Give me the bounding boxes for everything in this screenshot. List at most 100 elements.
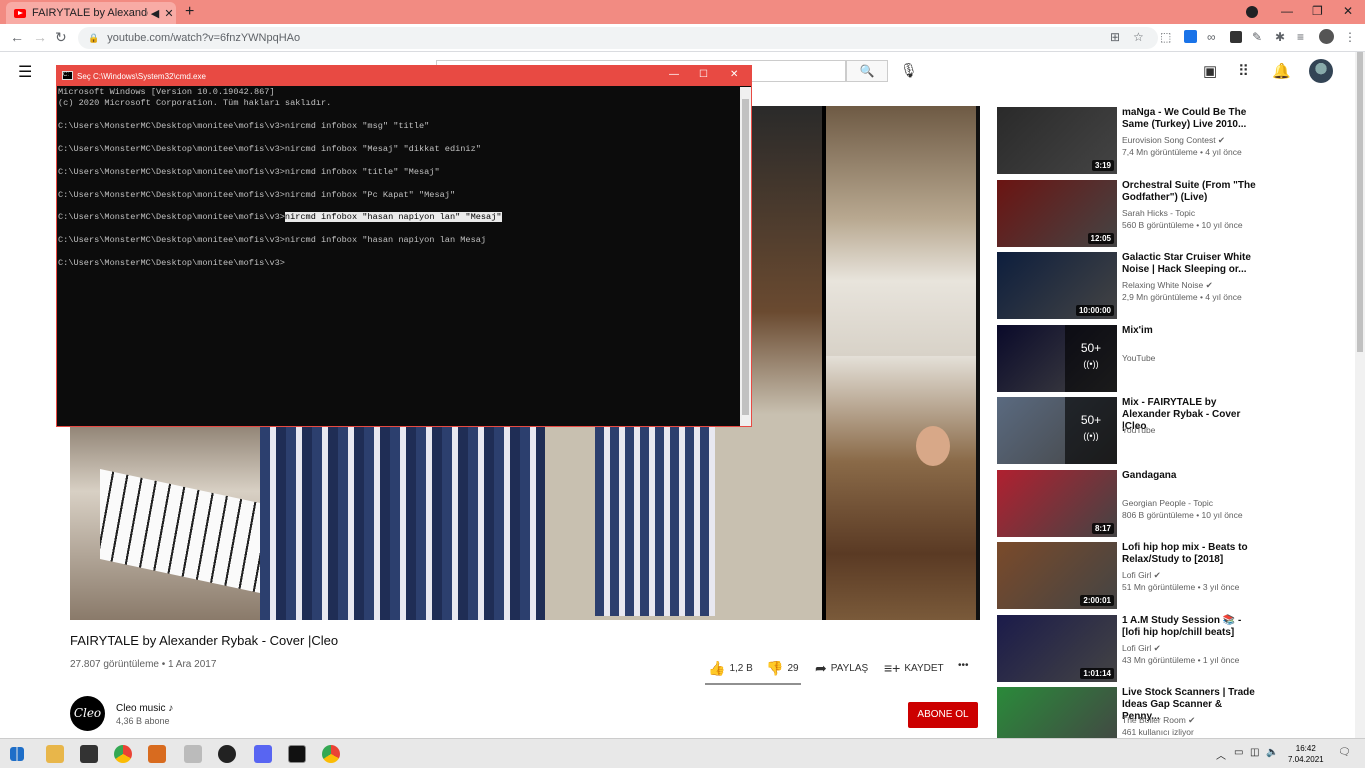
recommendation-thumbnail[interactable]: 50+ ((•)) [997,397,1117,464]
cmd-line: (c) 2020 Microsoft Corporation. Tüm hakl… [58,98,332,109]
media-player-icon[interactable] [218,745,236,763]
forward-arrow-icon[interactable]: → [33,29,47,45]
audio-playing-icon[interactable]: ◀ [148,7,162,20]
cmd-window[interactable]: C: Seç C:\Windows\System32\cmd.exe — ☐ ✕… [56,65,752,427]
clock[interactable]: 16:42 7.04.2021 [1288,743,1324,765]
microphone-icon[interactable]: 🎙 [900,62,918,79]
recommendation-thumbnail[interactable]: 1:01:14 [997,615,1117,682]
reading-list-icon[interactable]: ≡ [1297,30,1304,44]
like-count: 1,2 B [729,663,753,674]
cmd-title-text: Seç C:\Windows\System32\cmd.exe [77,71,206,81]
recommendation-item[interactable]: 10:00:00 Galactic Star Cruiser White Nois… [997,252,1277,320]
subscribe-button[interactable]: ABONE OL [908,702,978,728]
recommendation-title[interactable]: maNga - We Could Be The Same (Turkey) Li… [1122,107,1262,131]
profile-menu-icon[interactable] [1246,6,1258,18]
extension-dark-icon[interactable] [1230,31,1242,43]
cmd-close-button[interactable]: ✕ [730,69,738,80]
video-stats: 27.807 görüntüleme • 1 Ara 2017 [70,659,217,670]
video-duration: 10:00:00 [1075,305,1114,316]
video-pane-room [826,106,976,356]
cmd-title-bar[interactable]: C: Seç C:\Windows\System32\cmd.exe — ☐ ✕ [57,66,751,86]
notifications-icon[interactable]: 🗨 [1338,747,1351,758]
tray-chevron-icon[interactable]: ︿ [1216,747,1226,762]
cmd-scrollbar[interactable] [740,87,751,426]
account-avatar[interactable] [1309,59,1333,83]
cmd-maximize-button[interactable]: ☐ [699,69,708,80]
notifications-bell-icon[interactable]: 🔔 [1272,62,1291,80]
cmd-scroll-thumb[interactable] [742,99,749,415]
extension-link-icon[interactable]: ∞ [1207,30,1216,44]
recommendation-thumbnail[interactable]: 10:00:00 [997,252,1117,319]
search-button[interactable]: 🔍 [846,60,888,82]
network-icon[interactable]: ◫ [1250,747,1259,758]
page-scroll-thumb[interactable] [1357,52,1363,352]
install-app-icon[interactable]: ⊞ [1110,30,1120,44]
recommendation-item[interactable]: 2:00:01 Lofi hip hop mix - Beats to Relax… [997,542,1277,610]
battery-icon[interactable]: ▭ [1234,747,1243,758]
cmd-minimize-button[interactable]: — [669,69,679,80]
windows-start-icon[interactable] [10,747,24,761]
recommendation-item[interactable]: 8:17 Gandagana Georgian People - Topic 806 … [997,470,1277,538]
recommendation-thumbnail[interactable]: 2:00:01 [997,542,1117,609]
cmd-console-text[interactable]: Microsoft Windows [Version 10.0.19042.86… [58,87,738,426]
puzzle-extensions-icon[interactable]: ✱ [1275,30,1285,44]
recommendation-title[interactable]: Orchestral Suite (From "The Godfather") … [1122,180,1262,204]
recommendation-thumbnail[interactable]: 3:19 [997,107,1117,174]
extension-icon[interactable]: ⬚ [1160,30,1171,44]
app-icon[interactable] [184,745,202,763]
address-bar[interactable]: 🔒 youtube.com/watch?v=6fnzYWNpqHAo [78,27,1158,49]
chrome-taskbar-icon[interactable] [114,745,132,763]
recommendation-item[interactable]: 50+ ((•)) Mix'im YouTube [997,325,1277,393]
chrome-menu-icon[interactable]: ⋮ [1344,30,1356,44]
dislike-button[interactable]: 👎 29 [766,660,799,677]
minimize-window-button[interactable]: — [1281,4,1293,18]
browser-tab[interactable]: FAIRYTALE by Alexander Rybak ◀ ✕ [6,2,176,24]
file-explorer-icon[interactable] [46,745,64,763]
piano-keys [100,468,260,594]
share-button[interactable]: ➦ PAYLAŞ [815,660,868,677]
hamburger-menu-icon[interactable]: ☰ [18,62,32,82]
recommendation-thumbnail[interactable]: 50+ ((•)) [997,325,1117,392]
recommendation-item[interactable]: 3:19 maNga - We Could Be The Same (Turkey… [997,107,1277,175]
channel-name[interactable]: Cleo music ♪ [116,703,173,714]
apps-grid-icon[interactable]: ⠿ [1238,62,1249,80]
reload-icon[interactable]: ↻ [55,29,67,46]
search-icon: 🔍 [859,64,875,78]
chrome-taskbar-icon-2[interactable] [322,745,340,763]
cmd-line: C:\Users\MonsterMC\Desktop\monitee\mofis… [58,144,481,155]
terminal-icon[interactable] [80,745,98,763]
more-actions-button[interactable]: ••• [958,660,969,671]
close-window-button[interactable]: ✕ [1343,4,1353,18]
recommendation-thumbnail[interactable]: 8:17 [997,470,1117,537]
tab-close-icon[interactable]: ✕ [162,7,176,20]
page-scrollbar[interactable] [1355,52,1365,742]
cmd-selection[interactable]: nircmd infobox "hasan napiyon lan" "Mesa… [284,212,502,223]
recommendation-title[interactable]: 1 A.M Study Session 📚 - [lofi hip hop/ch… [1122,615,1262,639]
profile-avatar-icon[interactable] [1319,29,1334,44]
recommendation-meta: 2,9 Mn görüntüleme • 4 yıl önce [1122,292,1242,302]
recommendation-thumbnail[interactable]: 12:05 [997,180,1117,247]
discord-icon[interactable] [254,745,272,763]
recommendation-title[interactable]: Mix'im [1122,325,1262,337]
recommendation-item[interactable]: 12:05 Orchestral Suite (From "The Godfath… [997,180,1277,248]
like-button[interactable]: 👍 1,2 B [708,660,753,677]
cmd-taskbar-icon[interactable] [288,745,306,763]
back-arrow-icon[interactable]: ← [10,29,24,45]
bookmark-star-icon[interactable]: ☆ [1133,30,1144,44]
save-button[interactable]: ≡+ KAYDET [884,660,944,676]
recommendation-title[interactable]: Gandagana [1122,470,1262,482]
maximize-window-button[interactable]: ❐ [1312,4,1323,18]
volume-icon[interactable]: 🔈 [1266,747,1278,758]
channel-avatar[interactable]: Cleo [70,696,105,731]
recommendation-title[interactable]: Lofi hip hop mix - Beats to Relax/Study … [1122,542,1262,566]
sublime-icon[interactable] [148,745,166,763]
edit-icon[interactable]: ✎ [1252,30,1262,44]
lock-icon[interactable]: 🔒 [88,33,99,44]
recommendation-item[interactable]: 50+ ((•)) Mix - FAIRYTALE by Alexander Ryb… [997,397,1277,465]
recommendation-item[interactable]: 1:01:14 1 A.M Study Session 📚 - [lofi hip… [997,615,1277,683]
new-tab-button[interactable]: + [185,3,194,21]
cmd-line-selected: C:\Users\MonsterMC\Desktop\monitee\mofis… [58,212,738,223]
recommendation-title[interactable]: Galactic Star Cruiser White Noise | Hack… [1122,252,1262,276]
extension-blue-icon[interactable] [1184,30,1197,43]
create-video-icon[interactable]: ▣ [1203,62,1217,80]
